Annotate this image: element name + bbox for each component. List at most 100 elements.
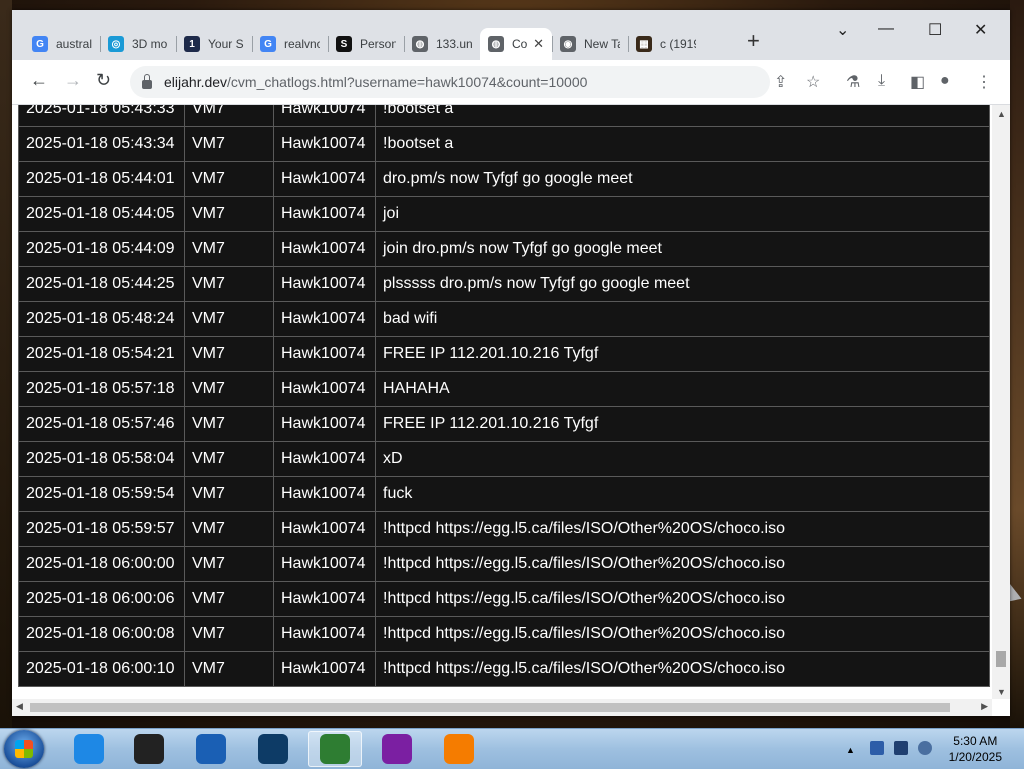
scroll-left-arrow-icon[interactable]: ◀ (16, 701, 23, 712)
volume-icon[interactable] (918, 741, 932, 755)
browser-tab[interactable]: 1 Your SI (176, 28, 252, 60)
timestamp-cell: 2025-01-18 05:54:21 (18, 336, 185, 372)
url-path: /cvm_chatlogs.html?username=hawk10074&co… (227, 74, 588, 90)
timestamp-cell: 2025-01-18 06:00:06 (18, 581, 185, 617)
timestamp-cell: 2025-01-18 06:00:10 (18, 651, 185, 687)
tab-close-icon[interactable]: ✕ (533, 36, 544, 52)
winrar-icon (382, 734, 412, 764)
username-cell: Hawk10074 (273, 161, 376, 197)
table-row: 2025-01-18 06:00:06 VM7 Hawk10074 !httpcd h… (18, 581, 990, 617)
timestamp-cell: 2025-01-18 05:44:05 (18, 196, 185, 232)
username-cell: Hawk10074 (273, 126, 376, 162)
profile-avatar-icon[interactable]: ● (940, 72, 950, 90)
labs-flask-icon[interactable]: ⚗ (846, 72, 860, 92)
username-cell: Hawk10074 (273, 651, 376, 687)
download-icon[interactable]: ⤓ (878, 72, 885, 90)
message-cell: !bootset a (375, 126, 990, 162)
timestamp-cell: 2025-01-18 05:43:34 (18, 126, 185, 162)
browser-tab[interactable]: ◎ 3D mo (100, 28, 176, 60)
menu-kebab-icon[interactable]: ⋮ (976, 72, 992, 92)
vm-cell: VM7 (184, 301, 274, 337)
vm-cell: VM7 (184, 231, 274, 267)
scroll-right-arrow-icon[interactable]: ▶ (981, 701, 988, 712)
browser-tab[interactable]: ◍ 133.un (404, 28, 480, 60)
address-bar[interactable]: elijahr.dev/cvm_chatlogs.html?username=h… (130, 66, 770, 98)
back-arrow-icon[interactable]: ← (30, 70, 48, 91)
vm-cell: VM7 (184, 616, 274, 652)
taskbar-app-button[interactable] (122, 731, 176, 767)
windows-logo-icon (15, 740, 33, 758)
tab-strip: Gaustrali ◎ 3D mo 1 Your SI Grealvnc S Person ◍ 1… (12, 10, 1010, 60)
timestamp-cell: 2025-01-18 05:59:54 (18, 476, 185, 512)
table-row: 2025-01-18 05:48:24 VM7 Hawk10074 bad wifi (18, 301, 990, 337)
scroll-up-arrow-icon[interactable]: ▲ (997, 109, 1006, 119)
horizontal-scrollbar-thumb[interactable] (30, 703, 950, 712)
browser-tab[interactable]: Grealvnc (252, 28, 328, 60)
vertical-scrollbar[interactable]: ▲ ▼ (992, 105, 1010, 699)
taskbar: ▲ 5:30 AM 1/20/2025 (0, 728, 1024, 769)
new-tab-button[interactable]: + (747, 28, 760, 54)
browser-tab[interactable]: S Person (328, 28, 404, 60)
clock-time: 5:30 AM (953, 734, 998, 748)
taskbar-app-button[interactable] (432, 731, 486, 767)
chrome-icon: ◉ (560, 36, 576, 52)
maximize-button[interactable]: ☐ (928, 20, 942, 40)
close-button[interactable]: ✕ (974, 20, 987, 40)
message-cell: !httpcd https://egg.l5.ca/files/ISO/Othe… (375, 651, 990, 687)
tab-label: 3D mo (132, 37, 168, 51)
tab-search-dropdown-icon[interactable]: ⌄ (836, 20, 849, 40)
share-icon[interactable]: ⇪ (774, 72, 787, 92)
number-one-icon: 1 (184, 36, 200, 52)
tray-expand-icon[interactable]: ▲ (846, 745, 855, 755)
chrome-remote-icon (320, 734, 350, 764)
message-cell: !httpcd https://egg.l5.ca/files/ISO/Othe… (375, 511, 990, 547)
google-icon: G (32, 36, 48, 52)
table-row: 2025-01-18 05:44:09 VM7 Hawk10074 join dro.… (18, 231, 990, 267)
table-row: 2025-01-18 06:00:08 VM7 Hawk10074 !httpcd h… (18, 616, 990, 652)
minimize-button[interactable]: — (878, 20, 894, 38)
tab-label: australi (56, 37, 92, 51)
taskbar-app-button[interactable] (184, 731, 238, 767)
browser-tab[interactable]: ▦ c (1919 (628, 28, 704, 60)
start-button[interactable] (4, 730, 44, 768)
browser-tab[interactable]: ◍ Co ✕ (480, 28, 552, 60)
browser-tab[interactable]: ◉ New Ta (552, 28, 628, 60)
tray-app-icon[interactable] (870, 741, 884, 755)
vm-cell: VM7 (184, 161, 274, 197)
vm-cell: VM7 (184, 371, 274, 407)
lock-icon[interactable] (142, 73, 152, 89)
timestamp-cell: 2025-01-18 05:58:04 (18, 441, 185, 477)
taskbar-app-button[interactable] (246, 731, 300, 767)
timestamp-cell: 2025-01-18 05:59:57 (18, 511, 185, 547)
scroll-down-arrow-icon[interactable]: ▼ (997, 687, 1006, 697)
taskbar-app-button[interactable] (308, 731, 362, 767)
vm-cell: VM7 (184, 441, 274, 477)
taskbar-app-button[interactable] (62, 731, 116, 767)
message-cell: HAHAHA (375, 371, 990, 407)
page-content: 2025-01-18 05:43:33 VM7 Hawk10074 !bootset … (12, 105, 1010, 716)
side-panel-icon[interactable]: ◧ (910, 72, 925, 92)
taskbar-app-button[interactable] (370, 731, 424, 767)
table-row: 2025-01-18 05:44:25 VM7 Hawk10074 plsssss d… (18, 266, 990, 302)
google-icon: G (260, 36, 276, 52)
network-icon[interactable] (894, 741, 908, 755)
username-cell: Hawk10074 (273, 441, 376, 477)
message-cell: !httpcd https://egg.l5.ca/files/ISO/Othe… (375, 581, 990, 617)
table-row: 2025-01-18 05:43:34 VM7 Hawk10074 !bootset … (18, 126, 990, 162)
horizontal-scrollbar[interactable]: ◀ ▶ (12, 699, 992, 716)
username-cell: Hawk10074 (273, 546, 376, 582)
bookmark-star-icon[interactable]: ☆ (806, 72, 820, 92)
tab-label: Your SI (208, 37, 244, 51)
username-cell: Hawk10074 (273, 476, 376, 512)
system-clock[interactable]: 5:30 AM 1/20/2025 (949, 733, 1002, 765)
timestamp-cell: 2025-01-18 05:44:01 (18, 161, 185, 197)
scrollbar-thumb[interactable] (996, 651, 1006, 667)
blender-icon (444, 734, 474, 764)
username-cell: Hawk10074 (273, 231, 376, 267)
message-cell: fuck (375, 476, 990, 512)
desktop-background (0, 0, 12, 728)
forward-arrow-icon[interactable]: → (64, 70, 82, 91)
browser-tab[interactable]: Gaustrali (24, 28, 100, 60)
reload-icon[interactable]: ↻ (96, 70, 111, 91)
globe-icon: ◍ (412, 36, 428, 52)
